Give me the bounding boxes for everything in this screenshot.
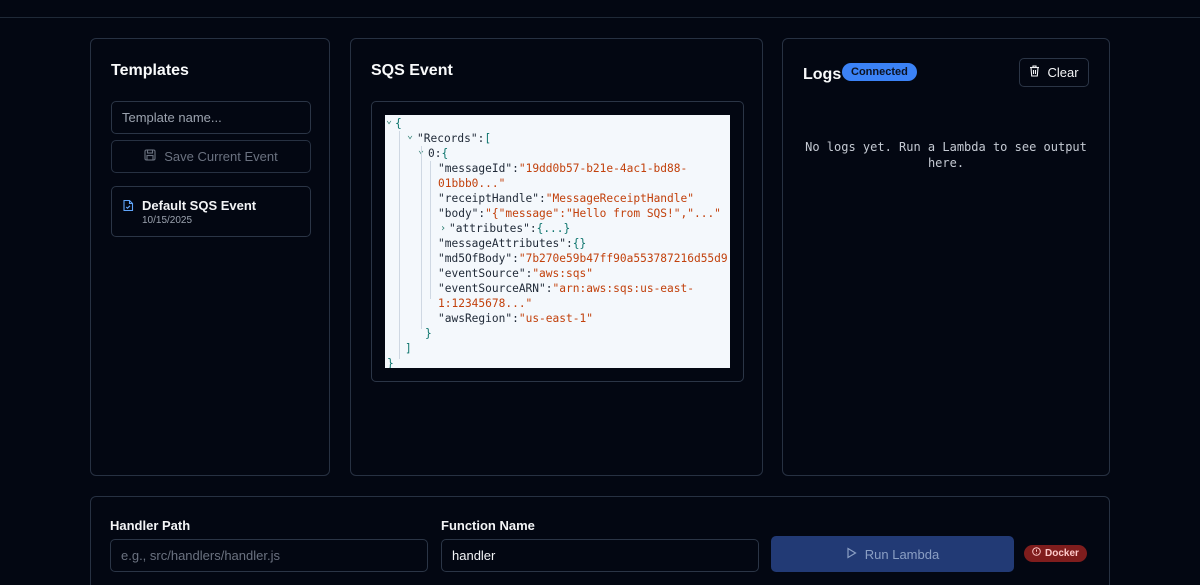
file-icon <box>123 199 134 217</box>
json-line: ⌄ "Records":[ <box>407 130 492 146</box>
templates-title: Templates <box>111 62 189 79</box>
play-icon <box>846 546 857 562</box>
json-token: {} <box>572 237 587 250</box>
json-token: ] <box>405 342 412 355</box>
json-token: : <box>565 237 573 250</box>
json-editor-frame: ⌄{⌄"Records":[⌄0:{"messageId":"19dd0b57-… <box>371 101 744 382</box>
handler-path-input[interactable] <box>110 539 428 572</box>
json-token: "us-east-1" <box>518 312 593 325</box>
template-item-date: 10/15/2025 <box>142 215 193 226</box>
json-line: "messageId":"19dd0b57-b21e-4ac1-bd88- <box>438 161 687 176</box>
json-token: 0 <box>428 147 435 160</box>
json-token: : <box>539 192 546 205</box>
json-token: : <box>512 312 519 325</box>
json-token: { <box>395 117 402 130</box>
clear-logs-label: Clear <box>1047 65 1079 80</box>
docker-status-badge: Docker <box>1024 545 1087 562</box>
json-token: "Records" <box>417 132 478 145</box>
logs-title: Logs <box>803 66 842 83</box>
json-token: : <box>434 147 442 160</box>
json-line: "eventSourceARN":"arn:aws:sqs:us-east- <box>438 281 694 296</box>
connection-status-badge: Connected <box>842 63 917 81</box>
json-line: 01bbb0..." <box>438 176 505 191</box>
json-token: : <box>545 282 553 295</box>
run-lambda-label: Run Lambda <box>864 546 940 562</box>
save-current-event-label: Save Current Event <box>164 149 278 164</box>
indent-guide <box>430 161 431 299</box>
json-viewer[interactable]: ⌄{⌄"Records":[⌄0:{"messageId":"19dd0b57-… <box>385 115 730 368</box>
top-bar <box>0 0 1200 18</box>
json-token: "receiptHandle" <box>438 192 540 205</box>
template-item-name: Default SQS Event <box>142 198 257 213</box>
json-token: {...} <box>536 222 571 235</box>
logs-empty-message: No logs yet. Run a Lambda to see output … <box>805 140 1087 170</box>
trash-icon <box>1029 65 1040 80</box>
json-line: "receiptHandle":"MessageReceiptHandle" <box>438 191 694 206</box>
template-name-input[interactable] <box>111 101 311 134</box>
chevron-right-icon[interactable]: › <box>440 221 446 236</box>
json-token: "awsRegion" <box>438 312 513 325</box>
logs-panel: Logs <box>782 38 1110 476</box>
json-token: "{"message":"Hello from SQS!","..." <box>485 207 721 220</box>
json-token: "MessageReceiptHandle" <box>545 192 694 205</box>
json-token: "attributes" <box>449 222 530 235</box>
json-line: "awsRegion":"us-east-1" <box>438 311 593 326</box>
json-token: "19dd0b57-b21e-4ac1-bd88- <box>518 162 688 175</box>
save-icon <box>144 149 156 164</box>
json-token: "body" <box>438 207 479 220</box>
json-token: } <box>425 327 432 340</box>
json-token: } <box>387 357 394 368</box>
json-line: "messageAttributes":{} <box>438 236 586 251</box>
json-token: "eventSourceARN" <box>438 282 546 295</box>
json-line: } <box>387 356 394 368</box>
json-token: "arn:aws:sqs:us-east- <box>552 282 694 295</box>
json-token: "aws:sqs" <box>532 267 593 280</box>
function-name-label: Function Name <box>441 518 535 533</box>
handler-path-label: Handler Path <box>110 518 191 533</box>
json-token: : <box>529 222 537 235</box>
json-token: "messageId" <box>438 162 513 175</box>
json-line: ] <box>405 341 412 356</box>
run-lambda-button[interactable]: Run Lambda <box>771 536 1014 572</box>
json-line: ⌄{ <box>386 115 402 131</box>
function-name-input[interactable] <box>441 539 759 572</box>
json-token: { <box>441 147 449 160</box>
alert-circle-icon <box>1032 545 1041 562</box>
json-line: ⌄0:{ <box>418 145 449 161</box>
json-token: "messageAttributes" <box>438 237 566 250</box>
event-panel: SQS Event ⌄{⌄"Records":[⌄0:{"messageId":… <box>350 38 763 476</box>
json-token: 1:12345678..." <box>438 297 533 310</box>
indent-guide <box>421 146 422 329</box>
docker-status-label: Docker <box>1045 548 1079 559</box>
json-line: } <box>425 326 432 341</box>
chevron-down-icon[interactable]: ⌄ <box>407 128 413 143</box>
json-line: 1:12345678..." <box>438 296 532 311</box>
json-token: "eventSource" <box>438 267 526 280</box>
templates-panel: Templates Save Current Event Default SQS… <box>90 38 330 476</box>
json-token: [ <box>484 132 492 145</box>
json-line: "eventSource":"aws:sqs" <box>438 266 593 281</box>
json-token: "md5OfBody" <box>438 252 513 265</box>
json-token: : <box>512 162 519 175</box>
save-current-event-button[interactable]: Save Current Event <box>111 140 311 173</box>
json-token: 01bbb0..." <box>438 177 506 190</box>
event-title: SQS Event <box>371 62 453 79</box>
json-line: › "attributes":{...} <box>440 221 571 236</box>
chevron-down-icon[interactable]: ⌄ <box>386 115 392 128</box>
template-item-default-sqs-event[interactable]: Default SQS Event 10/15/2025 <box>111 186 311 237</box>
json-line: "md5OfBody":"7b270e59b47ff90a553787216d5… <box>438 251 730 266</box>
json-line: "body":"{"message":"Hello from SQS!","..… <box>438 206 721 221</box>
clear-logs-button[interactable]: Clear <box>1019 58 1089 87</box>
indent-guide <box>399 131 400 359</box>
json-token: : <box>512 252 519 265</box>
json-token: "7b270e59b47ff90a553787216d55d9..." <box>518 252 730 265</box>
